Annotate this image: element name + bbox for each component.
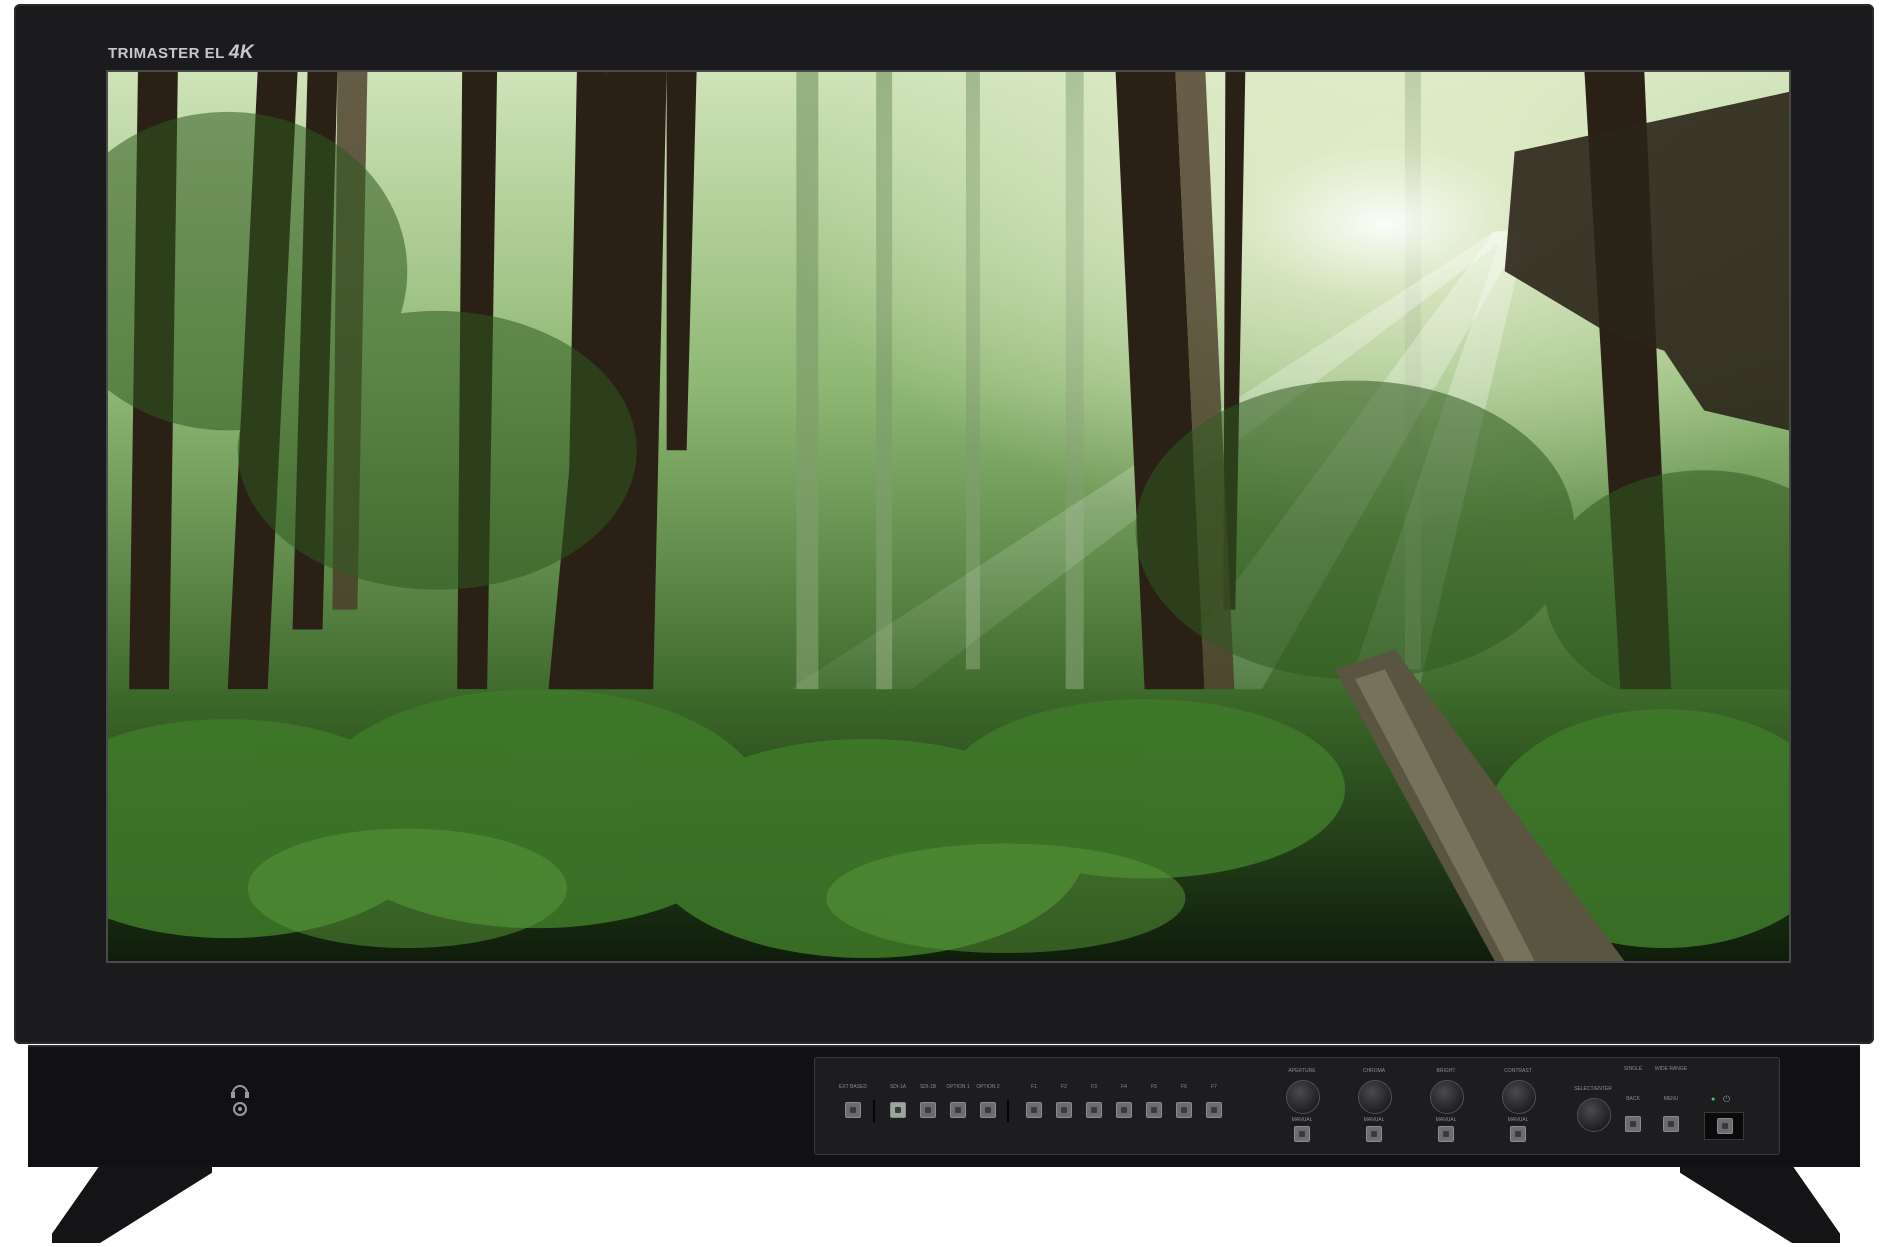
sdi-1b-button[interactable] [920, 1102, 936, 1118]
control-panel: EXT BASED SDI-1A SDI-1B OPTION 1 OPTION … [814, 1057, 1780, 1155]
option-2-label: OPTION 2 [976, 1084, 1000, 1090]
f2-button[interactable] [1056, 1102, 1072, 1118]
sdi-1b-label: SDI-1B [919, 1084, 937, 1090]
option-1-label: OPTION 1 [946, 1084, 970, 1090]
brand-name: TRIMASTER EL [108, 45, 225, 62]
power-icon: ⏻ [1723, 1094, 1731, 1104]
f4-button[interactable] [1116, 1102, 1132, 1118]
aperture-manual-button[interactable] [1294, 1126, 1310, 1142]
bright-manual-button[interactable] [1438, 1126, 1454, 1142]
sdi-1a-button[interactable] [890, 1102, 906, 1118]
f7-button[interactable] [1206, 1102, 1222, 1118]
chroma-manual-label: MANUAL [1363, 1117, 1385, 1123]
contrast-knob[interactable] [1502, 1080, 1536, 1114]
menu-button[interactable] [1663, 1116, 1679, 1132]
divider [873, 1100, 875, 1122]
divider [1007, 1100, 1009, 1122]
contrast-manual-button[interactable] [1510, 1126, 1526, 1142]
f2-label: F2 [1061, 1084, 1067, 1090]
bright-knob[interactable] [1430, 1080, 1464, 1114]
brand-model: 4K [228, 42, 255, 63]
f1-label: F1 [1031, 1084, 1037, 1090]
sdi-1a-label: SDI-1A [889, 1084, 907, 1090]
f4-label: F4 [1121, 1084, 1127, 1090]
f3-label: F3 [1091, 1084, 1097, 1090]
back-button[interactable] [1625, 1116, 1641, 1132]
bright-manual-label: MANUAL [1435, 1117, 1457, 1123]
back-label: BACK [1626, 1096, 1640, 1102]
display-screen [106, 70, 1791, 963]
f6-label: F6 [1181, 1084, 1187, 1090]
right-foot [1680, 1165, 1840, 1243]
aperture-knob[interactable] [1286, 1080, 1320, 1114]
f3-button[interactable] [1086, 1102, 1102, 1118]
chroma-manual-button[interactable] [1366, 1126, 1382, 1142]
f7-label: F7 [1211, 1084, 1217, 1090]
f5-label: F5 [1151, 1084, 1157, 1090]
select-enter-label: SELECT/ENTER [1574, 1086, 1612, 1092]
select-enter-knob[interactable] [1577, 1098, 1611, 1132]
ext-based-button[interactable] [845, 1102, 861, 1118]
option-2-button[interactable] [980, 1102, 996, 1118]
chroma-knob[interactable] [1358, 1080, 1392, 1114]
power-switch-housing [1704, 1112, 1744, 1140]
ext-based-label: EXT BASED [839, 1084, 867, 1090]
menu-label: MENU [1663, 1096, 1679, 1102]
contrast-label: CONTRAST [1504, 1068, 1532, 1074]
f6-button[interactable] [1176, 1102, 1192, 1118]
aperture-manual-label: MANUAL [1291, 1117, 1313, 1123]
option-1-button[interactable] [950, 1102, 966, 1118]
contrast-manual-label: MANUAL [1507, 1117, 1529, 1123]
f1-button[interactable] [1026, 1102, 1042, 1118]
chroma-label: CHROMA [1362, 1068, 1386, 1074]
f5-button[interactable] [1146, 1102, 1162, 1118]
power-led-icon: ● [1711, 1096, 1716, 1103]
forest-scene-image [108, 72, 1789, 961]
headphone-jack-icon[interactable] [228, 1083, 252, 1117]
aperture-label: APERTURE [1288, 1068, 1316, 1074]
single-label: SINGLE [1623, 1066, 1643, 1072]
wide-range-label: WIDE RANGE [1654, 1066, 1688, 1072]
left-foot [52, 1165, 212, 1243]
power-button[interactable] [1717, 1118, 1733, 1134]
bright-label: BRIGHT [1436, 1068, 1456, 1074]
brand-logo: TRIMASTER EL 4K [108, 42, 254, 64]
